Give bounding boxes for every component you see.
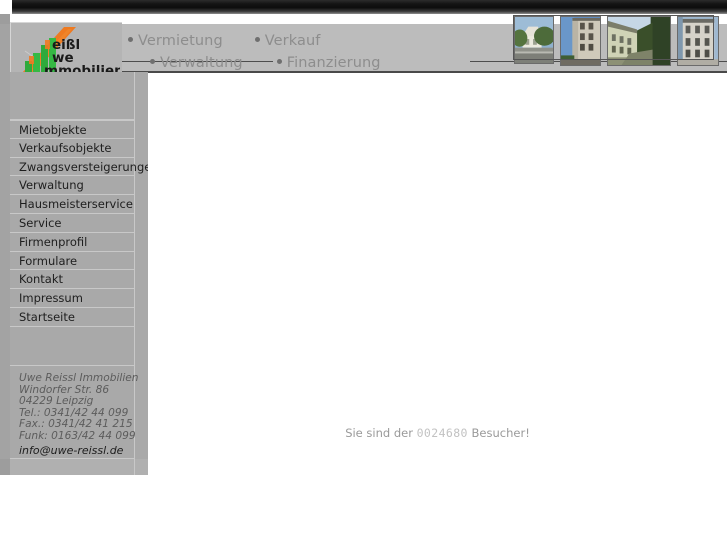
left-edge-strip-inner — [0, 24, 10, 475]
sidebar-gap — [10, 338, 134, 366]
sidebar-footer — [10, 459, 134, 475]
building-photo-1-image — [515, 17, 553, 63]
sidebar-item-formulare[interactable]: Formulare — [10, 251, 134, 271]
contact-info: Uwe Reissl Immobilien Windorfer Str. 86 … — [10, 368, 139, 460]
top-nav-row-2: Verwaltung Finanzierung — [150, 52, 381, 71]
building-photo-2[interactable] — [560, 16, 601, 66]
sidebar-item-firmenprofil[interactable]: Firmenprofil — [10, 232, 134, 252]
sidebar-item-verwaltung[interactable]: Verwaltung — [10, 176, 134, 196]
bullet-icon — [150, 59, 155, 64]
bullet-icon — [128, 37, 133, 42]
sidebar-item-startseite[interactable]: Startseite — [10, 307, 134, 327]
sidebar-item-service[interactable]: Service — [10, 213, 134, 233]
sidebar-item-mietobjekte[interactable]: Mietobjekte — [10, 120, 134, 139]
nav-finanzierung[interactable]: Finanzierung — [287, 55, 381, 71]
sidebar-item-hausmeisterservice[interactable]: Hausmeisterservice — [10, 195, 134, 214]
building-photo-3-image — [608, 17, 670, 65]
nav-vermietung[interactable]: Vermietung — [138, 33, 223, 49]
sidebar-item-impressum[interactable]: Impressum — [10, 289, 134, 308]
contact-email-link[interactable]: info@uwe-reissl.de — [19, 444, 134, 457]
bullet-icon — [254, 37, 260, 42]
sidebar-menu: Mietobjekte Verkaufsobjekte Zwangsverste… — [10, 120, 159, 327]
sidebar-right-column — [134, 72, 148, 475]
building-photo-1[interactable] — [514, 16, 554, 64]
top-nav-row-1: Vermietung Verkauf — [128, 30, 320, 49]
visitor-counter: Sie sind der 0024680 Besucher! — [148, 426, 727, 440]
sidebar-footer-right-column — [134, 459, 148, 475]
sidebar-item-kontakt[interactable]: Kontakt — [10, 270, 134, 290]
visitor-counter-suffix: Besucher! — [471, 426, 530, 440]
top-decoration-bar — [0, 0, 727, 14]
contact-company: Uwe Reissl Immobilien — [19, 372, 139, 384]
main-content: Sie sind der 0024680 Besucher! — [148, 73, 727, 475]
sidebar-footer-left-edge — [0, 459, 10, 475]
sidebar-item-verkaufsobjekte[interactable]: Verkaufsobjekte — [10, 138, 134, 158]
visitor-counter-prefix: Sie sind der — [345, 426, 413, 440]
sidebar-top-spacer — [10, 72, 134, 120]
building-photo-3[interactable] — [607, 16, 671, 66]
building-photo-strip — [514, 16, 719, 66]
nav-verwaltung[interactable]: Verwaltung — [160, 55, 243, 71]
building-photo-4-image — [678, 17, 718, 65]
top-navigation: Vermietung Verkauf Verwaltung Finanzierung — [128, 30, 508, 74]
building-photo-2-image — [561, 17, 600, 65]
visitor-counter-value: 0024680 — [416, 426, 468, 440]
nav-dash-rule — [246, 61, 273, 62]
building-photo-4[interactable] — [677, 16, 719, 66]
contact-mobile: Funk: 0163/42 44 099 — [19, 429, 136, 442]
bullet-icon — [276, 59, 282, 64]
top-bar-left-cap — [0, 0, 12, 14]
sidebar-item-zwangsversteigerungen[interactable]: Zwangsversteigerungen — [10, 157, 159, 177]
nav-verkauf[interactable]: Verkauf — [265, 33, 321, 49]
